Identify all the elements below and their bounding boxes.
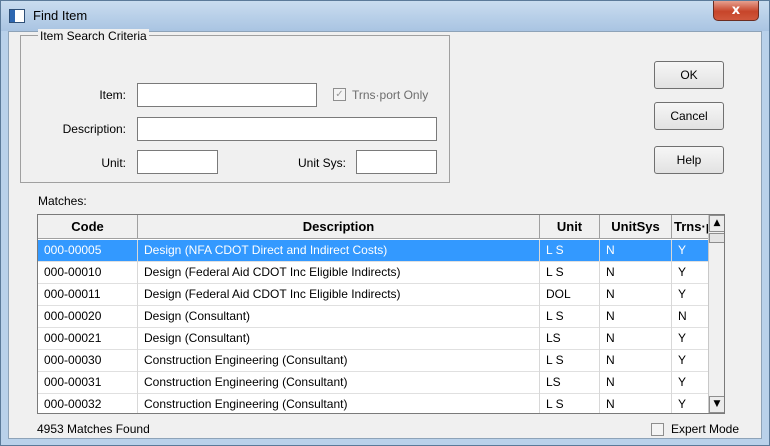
cell-code: 000-00031 xyxy=(38,372,138,394)
cell-unitsys: N xyxy=(600,372,672,394)
window-icon xyxy=(9,9,25,23)
unit-input[interactable] xyxy=(137,150,218,174)
scroll-down-icon[interactable]: ▼ xyxy=(709,396,724,413)
table-row[interactable]: 000-00020 Design (Consultant) L SNN xyxy=(38,306,708,328)
cell-description: Design (Federal Aid CDOT Inc Eligible In… xyxy=(138,262,540,284)
cell-unit: LS xyxy=(540,372,600,394)
cell-unit: L S xyxy=(540,262,600,284)
table-row[interactable]: 000-00010 Design (Federal Aid CDOT Inc El… xyxy=(38,262,708,284)
column-header-code[interactable]: Code xyxy=(38,215,138,239)
cell-code: 000-00011 xyxy=(38,284,138,306)
trns-only-label: Trns·port Only xyxy=(352,88,429,102)
cell-unit: DOL xyxy=(540,284,600,306)
scroll-up-icon[interactable]: ▲ xyxy=(709,215,724,232)
cell-description: Design (Federal Aid CDOT Inc Eligible In… xyxy=(138,284,540,306)
vertical-scrollbar[interactable]: ▲ ▼ xyxy=(708,215,724,413)
cell-unit: L S xyxy=(540,394,600,413)
table-row[interactable]: 000-00021 Design (Consultant) LS N Y xyxy=(38,328,708,350)
cell-trnsport: Y xyxy=(678,375,687,389)
matches-grid[interactable]: Code Description Unit UnitSys Trns·pc 00… xyxy=(37,214,725,414)
table-row[interactable]: 000-00005 Design (NFA CDOT Direct and Ind… xyxy=(38,240,708,262)
cell-description: Design (Consultant) xyxy=(138,328,540,350)
table-row[interactable]: 000-00011 Design (Federal Aid CDOT Inc El… xyxy=(38,284,708,306)
cell-trnsport: Y xyxy=(678,331,687,345)
cell-code: 000-00005 xyxy=(38,240,138,262)
cell-unitsys: N xyxy=(600,262,672,284)
cell-unitsys: N xyxy=(600,350,672,372)
cell-description: Design (Consultant) xyxy=(138,306,540,328)
search-criteria-legend: Item Search Criteria xyxy=(38,29,149,43)
cell-trnsport: Y xyxy=(678,353,687,367)
cell-description: Construction Engineering (Consultant) xyxy=(138,372,540,394)
trns-only-checkbox[interactable]: ✓ xyxy=(333,88,346,101)
grid-rows: 000-00005 Design (NFA CDOT Direct and Ind… xyxy=(38,240,708,413)
grid-header: Code Description Unit UnitSys Trns·pc xyxy=(38,215,708,239)
cell-code: 000-00021 xyxy=(38,328,138,350)
help-button[interactable]: Help xyxy=(654,146,724,174)
cell-unitsys: N xyxy=(600,284,672,306)
column-header-unitsys[interactable]: UnitSys xyxy=(600,215,672,239)
matches-label: Matches: xyxy=(38,194,87,208)
cell-description: Construction Engineering (Consultant) xyxy=(138,350,540,372)
cell-unitsys: N xyxy=(600,328,672,350)
cell-code: 000-00020 xyxy=(38,306,138,328)
cell-unitsys: N xyxy=(600,240,672,262)
cell-unitsys: N xyxy=(600,394,672,413)
cell-trnsport: Y xyxy=(678,265,687,279)
cancel-button[interactable]: Cancel xyxy=(654,102,724,130)
item-input[interactable] xyxy=(137,83,317,107)
ok-button[interactable]: OK xyxy=(654,61,724,89)
cell-trnsport: Y xyxy=(678,397,687,411)
item-label: Item: xyxy=(99,88,126,102)
cell-trnsport: Y xyxy=(678,287,687,301)
column-header-unit[interactable]: Unit xyxy=(540,215,600,239)
matches-found-status: 4953 Matches Found xyxy=(37,422,150,436)
cell-unitsys: N xyxy=(600,306,672,328)
cell-trnsport: Y xyxy=(678,243,687,257)
table-row[interactable]: 000-00031 Construction Engineering (Consu… xyxy=(38,372,708,394)
column-header-trnsport[interactable]: Trns·pc xyxy=(672,215,708,239)
unit-label: Unit: xyxy=(101,156,126,170)
expert-mode-label: Expert Mode xyxy=(671,422,740,436)
close-button[interactable]: x xyxy=(713,1,759,21)
scroll-thumb[interactable] xyxy=(709,233,724,243)
description-input[interactable] xyxy=(137,117,437,141)
cell-unit: L S xyxy=(540,306,600,328)
column-header-description[interactable]: Description xyxy=(138,215,540,239)
cell-unit: LS xyxy=(540,328,600,350)
expert-mode-checkbox[interactable] xyxy=(651,423,664,436)
table-row[interactable]: 000-00030 Construction Engineering (Consu… xyxy=(38,350,708,372)
checkmark-icon: ✓ xyxy=(335,89,344,100)
cell-code: 000-00032 xyxy=(38,394,138,413)
unit-sys-label: Unit Sys: xyxy=(297,156,346,170)
description-label: Description: xyxy=(62,122,126,136)
table-row[interactable]: 000-00032 Construction Engineering (Consu… xyxy=(38,394,708,413)
cell-unit: L S xyxy=(540,240,600,262)
cell-trnsport: N xyxy=(678,309,687,323)
title-bar[interactable]: Find Item x xyxy=(1,1,769,31)
cell-code: 000-00010 xyxy=(38,262,138,284)
window-title: Find Item xyxy=(33,8,88,23)
cell-description: Design (NFA CDOT Direct and Indirect Cos… xyxy=(138,240,540,262)
cell-unit: L S xyxy=(540,350,600,372)
unit-sys-input[interactable] xyxy=(356,150,437,174)
cell-code: 000-00030 xyxy=(38,350,138,372)
cell-description: Construction Engineering (Consultant) xyxy=(138,394,540,413)
